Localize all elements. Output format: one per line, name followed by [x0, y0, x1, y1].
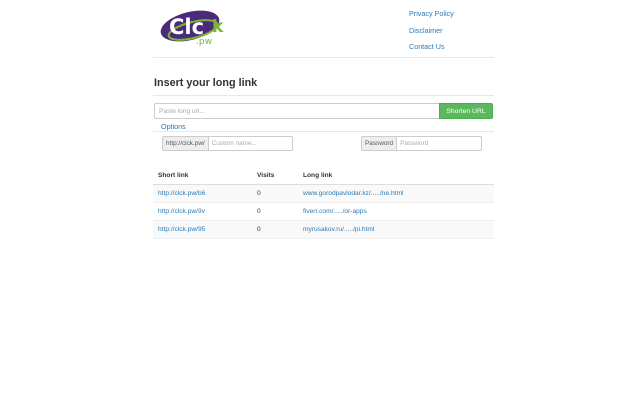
short-link-cell: http://clck.pw/b6 [153, 184, 252, 203]
custom-name-group: http://clck.pw/ [162, 136, 293, 151]
password-input[interactable] [396, 136, 483, 151]
visits-cell: 0 [252, 202, 298, 221]
nav-item-privacy: Privacy Policy [409, 6, 454, 23]
short-link-cell: http://clck.pw/95 [153, 220, 252, 239]
password-label: Password [361, 136, 397, 151]
long-link-cell: www.gorodpavlodar.kz/...../ne.html [298, 184, 494, 203]
long-url-input[interactable] [154, 103, 440, 119]
password-group: Password [361, 136, 483, 151]
long-link[interactable]: fiverr.com/...../or-apps [303, 208, 367, 215]
long-link[interactable]: myrusakov.ru/...../pi.html [303, 226, 374, 233]
page-container: Clc k .pw Privacy Policy Disclaimer Cont… [153, 0, 494, 400]
visits-cell: 0 [252, 184, 298, 203]
nav-link-disclaimer[interactable]: Disclaimer [409, 26, 443, 35]
short-link[interactable]: http://clck.pw/95 [158, 226, 205, 233]
short-link[interactable]: http://clck.pw/9v [158, 208, 205, 215]
nav-item-disclaimer: Disclaimer [409, 23, 454, 40]
column-header-long-link: Long link [298, 167, 494, 185]
visits-cell: 0 [252, 220, 298, 239]
options-divider [153, 131, 494, 132]
header-divider [153, 57, 494, 58]
nav-item-contact: Contact Us [409, 39, 454, 56]
heading-divider [153, 95, 494, 96]
custom-name-input[interactable] [207, 136, 293, 151]
table-header-row: Short link Visits Long link [153, 167, 494, 185]
short-link-cell: http://clck.pw/9v [153, 202, 252, 221]
long-link-cell: myrusakov.ru/...../pi.html [298, 220, 494, 239]
site-logo[interactable]: Clc k .pw [157, 4, 229, 48]
top-nav: Privacy Policy Disclaimer Contact Us [409, 6, 454, 56]
table-row: http://clck.pw/b6 0 www.gorodpavlodar.kz… [153, 184, 494, 203]
nav-link-privacy-policy[interactable]: Privacy Policy [409, 9, 454, 18]
svg-text:k: k [212, 17, 224, 37]
table-row: http://clck.pw/95 0 myrusakov.ru/...../p… [153, 220, 494, 239]
long-link[interactable]: www.gorodpavlodar.kz/...../ne.html [303, 190, 403, 197]
column-header-short-link: Short link [153, 167, 252, 185]
options-toggle-link[interactable]: Options [161, 122, 186, 131]
form-heading: Insert your long link [154, 77, 258, 89]
shorten-url-button[interactable]: Shorten URL [439, 103, 493, 119]
long-link-cell: fiverr.com/...../or-apps [298, 202, 494, 221]
table-row: http://clck.pw/9v 0 fiverr.com/...../or-… [153, 202, 494, 221]
short-link[interactable]: http://clck.pw/b6 [158, 190, 205, 197]
url-prefix-label: http://clck.pw/ [162, 136, 208, 151]
svg-text:Clc: Clc [169, 15, 204, 39]
column-header-visits: Visits [252, 167, 298, 185]
svg-text:.pw: .pw [196, 37, 212, 47]
nav-link-contact-us[interactable]: Contact Us [409, 42, 445, 51]
logo-graphic: Clc k .pw [160, 10, 224, 47]
links-table: Short link Visits Long link http://clck.… [153, 167, 494, 239]
